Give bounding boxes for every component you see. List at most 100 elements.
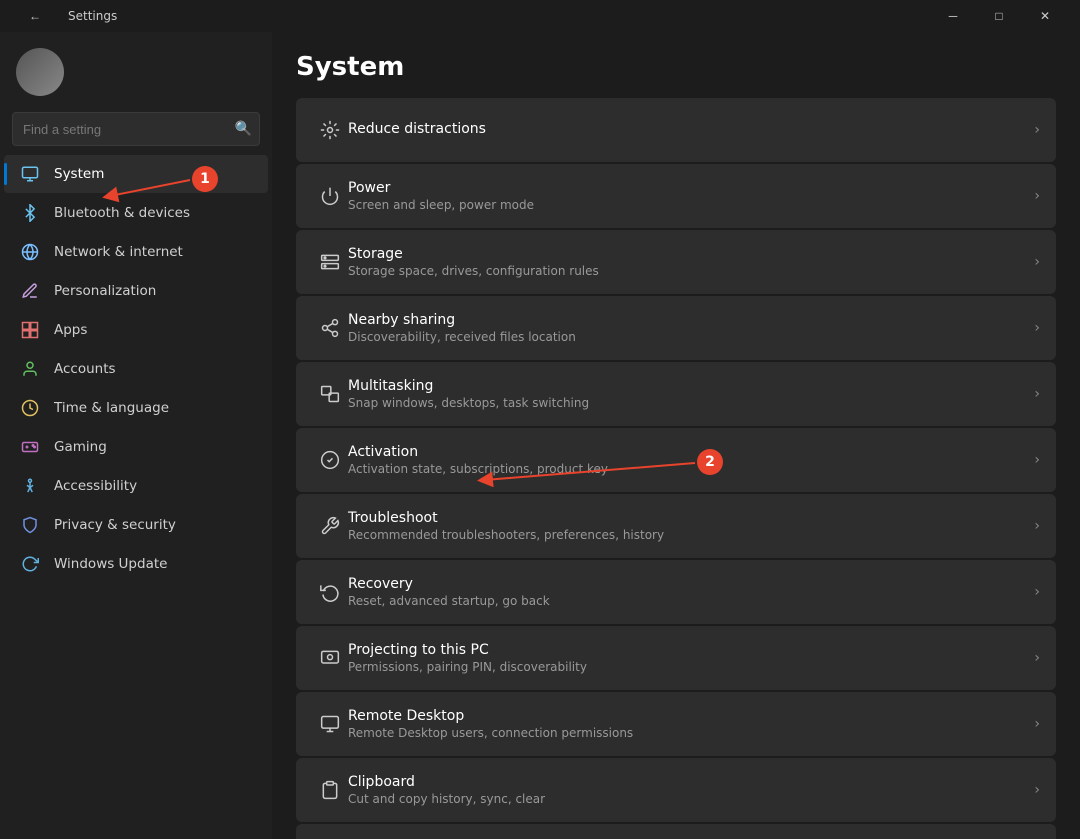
sidebar-item-apps[interactable]: Apps (4, 311, 268, 349)
app-title: Settings (68, 9, 117, 23)
settings-item-about[interactable]: About Device specifications, rename PC, … (296, 824, 1056, 839)
reduce-distractions-text: Reduce distractions (348, 121, 1022, 139)
multitasking-icon (312, 384, 348, 404)
storage-title: Storage (348, 246, 1022, 262)
activation-icon (312, 450, 348, 470)
close-button[interactable]: ✕ (1022, 0, 1068, 32)
sidebar-item-label: Time & language (54, 400, 169, 416)
clipboard-title: Clipboard (348, 774, 1022, 790)
search-input[interactable] (12, 112, 260, 146)
nav-list: System Bluetooth & devices Network & int… (0, 154, 272, 584)
projecting-subtitle: Permissions, pairing PIN, discoverabilit… (348, 660, 1022, 674)
activation-text: Activation Activation state, subscriptio… (348, 444, 1022, 476)
titlebar-left: ← Settings (12, 0, 117, 32)
user-section (0, 32, 272, 108)
remote-desktop-title: Remote Desktop (348, 708, 1022, 724)
settings-item-nearby-sharing[interactable]: Nearby sharing Discoverability, received… (296, 296, 1056, 360)
recovery-title: Recovery (348, 576, 1022, 592)
minimize-button[interactable]: ─ (930, 0, 976, 32)
personalization-nav-icon (20, 281, 40, 301)
update-nav-icon (20, 554, 40, 574)
sidebar-item-label: Personalization (54, 283, 156, 299)
sidebar-item-label: Apps (54, 322, 87, 338)
sidebar-item-label: Accessibility (54, 478, 137, 494)
settings-item-clipboard[interactable]: Clipboard Cut and copy history, sync, cl… (296, 758, 1056, 822)
window-controls: ─ □ ✕ (930, 0, 1068, 32)
activation-chevron: › (1034, 452, 1040, 468)
recovery-text: Recovery Reset, advanced startup, go bac… (348, 576, 1022, 608)
sidebar-item-personalization[interactable]: Personalization (4, 272, 268, 310)
settings-item-recovery[interactable]: Recovery Reset, advanced startup, go bac… (296, 560, 1056, 624)
recovery-chevron: › (1034, 584, 1040, 600)
projecting-title: Projecting to this PC (348, 642, 1022, 658)
troubleshoot-chevron: › (1034, 518, 1040, 534)
settings-item-power[interactable]: Power Screen and sleep, power mode › (296, 164, 1056, 228)
settings-item-reduce-distractions[interactable]: Reduce distractions › (296, 98, 1056, 162)
nearby-sharing-chevron: › (1034, 320, 1040, 336)
sidebar: 🔍 System Bluetooth & devices Network & i… (0, 32, 272, 839)
remote-desktop-chevron: › (1034, 716, 1040, 732)
storage-icon (312, 252, 348, 272)
app-body: 🔍 System Bluetooth & devices Network & i… (0, 32, 1080, 839)
multitasking-title: Multitasking (348, 378, 1022, 394)
apps-nav-icon (20, 320, 40, 340)
nearby-sharing-subtitle: Discoverability, received files location (348, 330, 1022, 344)
multitasking-text: Multitasking Snap windows, desktops, tas… (348, 378, 1022, 410)
settings-item-troubleshoot[interactable]: Troubleshoot Recommended troubleshooters… (296, 494, 1056, 558)
storage-subtitle: Storage space, drives, configuration rul… (348, 264, 1022, 278)
power-icon (312, 186, 348, 206)
recovery-icon (312, 582, 348, 602)
sidebar-item-bluetooth[interactable]: Bluetooth & devices (4, 194, 268, 232)
clipboard-icon (312, 780, 348, 800)
back-button[interactable]: ← (12, 0, 58, 32)
projecting-icon (312, 648, 348, 668)
sidebar-item-update[interactable]: Windows Update (4, 545, 268, 583)
titlebar: ← Settings ─ □ ✕ (0, 0, 1080, 32)
multitasking-chevron: › (1034, 386, 1040, 402)
sidebar-item-gaming[interactable]: Gaming (4, 428, 268, 466)
settings-item-projecting[interactable]: Projecting to this PC Permissions, pairi… (296, 626, 1056, 690)
sidebar-item-network[interactable]: Network & internet (4, 233, 268, 271)
nearby-sharing-text: Nearby sharing Discoverability, received… (348, 312, 1022, 344)
sidebar-item-label: System (54, 166, 104, 182)
settings-item-storage[interactable]: Storage Storage space, drives, configura… (296, 230, 1056, 294)
activation-subtitle: Activation state, subscriptions, product… (348, 462, 1022, 476)
troubleshoot-subtitle: Recommended troubleshooters, preferences… (348, 528, 1022, 542)
avatar (16, 48, 64, 96)
bluetooth-nav-icon (20, 203, 40, 223)
maximize-button[interactable]: □ (976, 0, 1022, 32)
page-title: System (296, 52, 1056, 82)
nearby-sharing-title: Nearby sharing (348, 312, 1022, 328)
nearby-sharing-icon (312, 318, 348, 338)
sidebar-item-accessibility[interactable]: Accessibility (4, 467, 268, 505)
remote-desktop-text: Remote Desktop Remote Desktop users, con… (348, 708, 1022, 740)
sidebar-item-label: Accounts (54, 361, 116, 377)
remote-desktop-subtitle: Remote Desktop users, connection permiss… (348, 726, 1022, 740)
troubleshoot-title: Troubleshoot (348, 510, 1022, 526)
power-chevron: › (1034, 188, 1040, 204)
settings-item-remote-desktop[interactable]: Remote Desktop Remote Desktop users, con… (296, 692, 1056, 756)
content-area[interactable]: System Reduce distractions › Power Scree… (272, 32, 1080, 839)
sidebar-item-accounts[interactable]: Accounts (4, 350, 268, 388)
privacy-nav-icon (20, 515, 40, 535)
settings-list: Reduce distractions › Power Screen and s… (296, 98, 1056, 839)
settings-item-activation[interactable]: Activation Activation state, subscriptio… (296, 428, 1056, 492)
storage-chevron: › (1034, 254, 1040, 270)
reduce-distractions-title: Reduce distractions (348, 121, 1022, 137)
sidebar-item-label: Bluetooth & devices (54, 205, 190, 221)
sidebar-item-label: Privacy & security (54, 517, 176, 533)
power-text: Power Screen and sleep, power mode (348, 180, 1022, 212)
reduce-distractions-icon (312, 120, 348, 140)
clipboard-subtitle: Cut and copy history, sync, clear (348, 792, 1022, 806)
multitasking-subtitle: Snap windows, desktops, task switching (348, 396, 1022, 410)
projecting-text: Projecting to this PC Permissions, pairi… (348, 642, 1022, 674)
accessibility-nav-icon (20, 476, 40, 496)
sidebar-item-privacy[interactable]: Privacy & security (4, 506, 268, 544)
sidebar-item-system[interactable]: System (4, 155, 268, 193)
power-subtitle: Screen and sleep, power mode (348, 198, 1022, 212)
sidebar-item-time[interactable]: Time & language (4, 389, 268, 427)
gaming-nav-icon (20, 437, 40, 457)
settings-item-multitasking[interactable]: Multitasking Snap windows, desktops, tas… (296, 362, 1056, 426)
network-nav-icon (20, 242, 40, 262)
time-nav-icon (20, 398, 40, 418)
